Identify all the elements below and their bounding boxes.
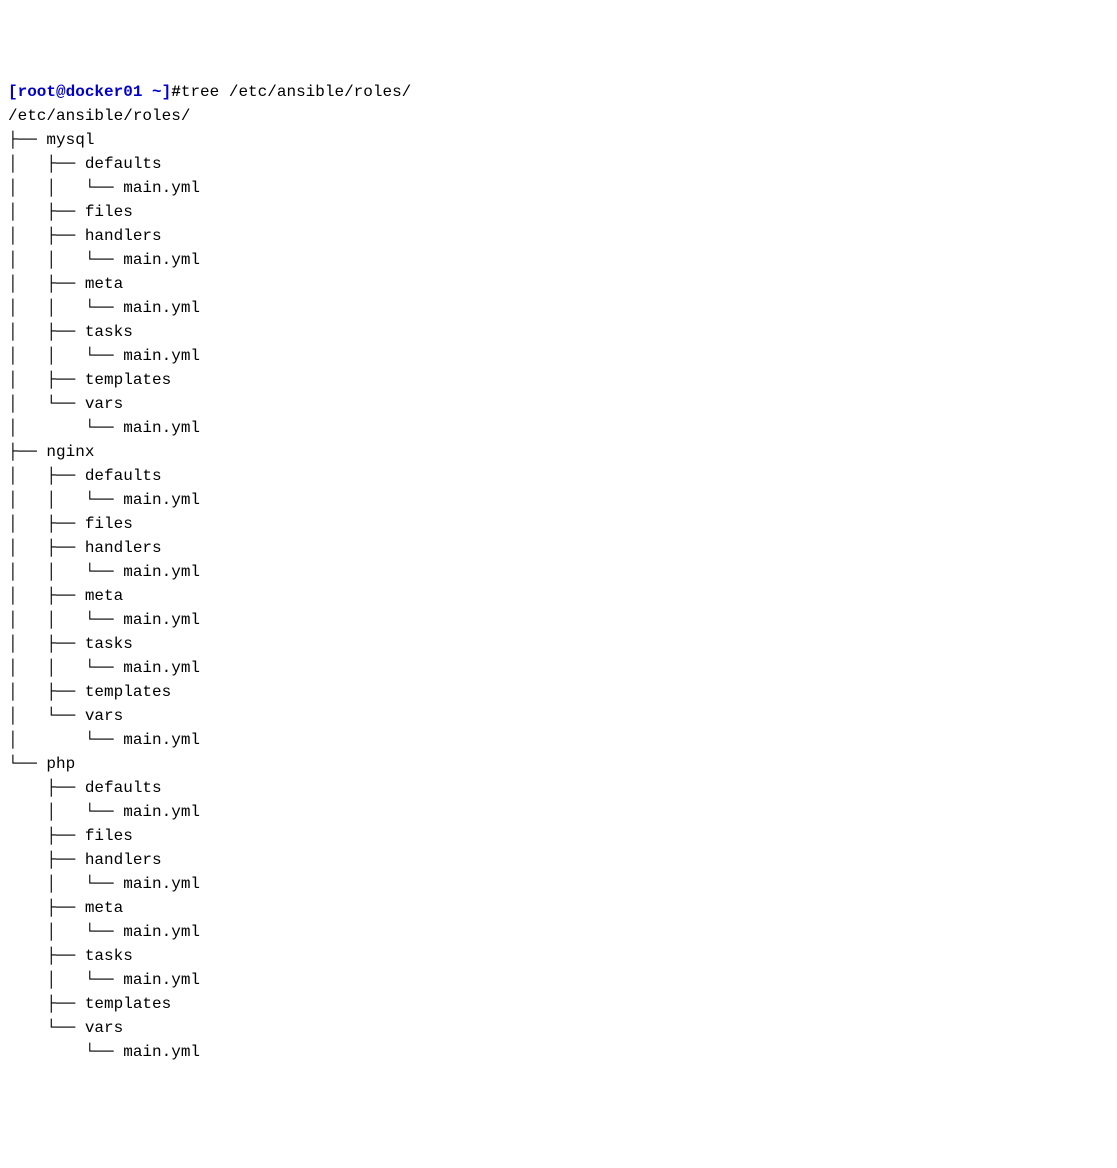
prompt-hash: # <box>171 83 181 101</box>
prompt-user-host: [root@docker01 ~] <box>8 83 171 101</box>
terminal-output: [root@docker01 ~]#tree /etc/ansible/role… <box>8 80 1109 1064</box>
tree-root-path: /etc/ansible/roles/ <box>8 107 190 125</box>
tree-body: ├── mysql │ ├── defaults │ │ └── main.ym… <box>8 131 200 1061</box>
command-text: tree /etc/ansible/roles/ <box>181 83 411 101</box>
